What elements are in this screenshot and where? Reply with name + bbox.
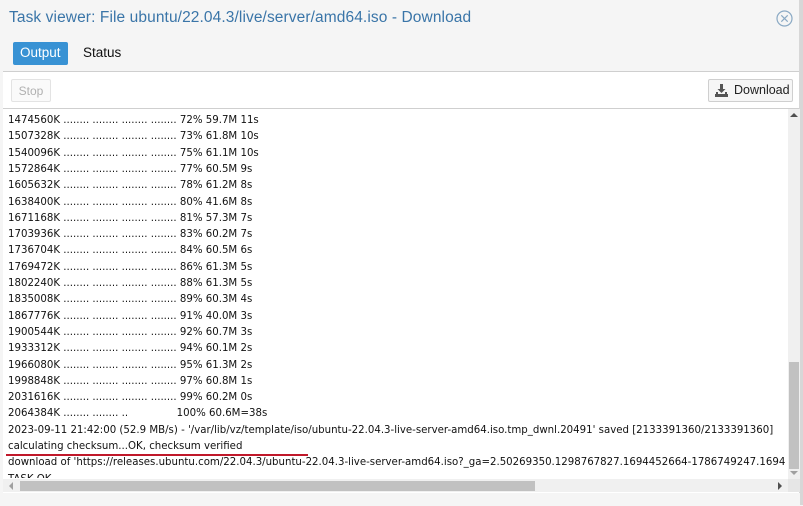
- download-button[interactable]: Download: [708, 79, 793, 102]
- log-line: download of 'https://releases.ubuntu.com…: [8, 457, 785, 469]
- log-line: 1540096K ........ ........ ........ ....…: [8, 147, 259, 159]
- log-line: 1900544K ........ ........ ........ ....…: [8, 326, 253, 338]
- log-line: 1703936K ........ ........ ........ ....…: [8, 229, 253, 241]
- panel-footer: [3, 493, 800, 506]
- horizontal-scrollbar[interactable]: [3, 479, 788, 492]
- log-line: 1572864K ........ ........ ........ ....…: [8, 163, 253, 175]
- log-line: 1769472K ........ ........ ........ ....…: [8, 261, 253, 273]
- highlight-underline: [6, 454, 308, 456]
- window-title: Task viewer: File ubuntu/22.04.3/live/se…: [9, 9, 472, 26]
- log-line: 1605632K ........ ........ ........ ....…: [8, 180, 253, 192]
- tab-output[interactable]: Output: [13, 42, 68, 65]
- stop-button[interactable]: Stop: [11, 79, 51, 102]
- horizontal-scroll-thumb[interactable]: [20, 481, 535, 491]
- log-line: 1507328K ........ ........ ........ ....…: [8, 131, 259, 143]
- log-line: 2031616K ........ ........ ........ ....…: [8, 392, 253, 404]
- tab-status[interactable]: Status: [76, 42, 128, 65]
- toolbar: Stop Download: [3, 72, 799, 109]
- log-line: 1474560K ........ ........ ........ ....…: [8, 115, 259, 126]
- scroll-down-arrow-icon[interactable]: [790, 471, 798, 475]
- log-line: 2064384K ........ ........ .. 100% 60.6M…: [8, 408, 268, 420]
- vertical-scrollbar[interactable]: [788, 109, 800, 479]
- close-button[interactable]: [776, 10, 793, 27]
- log-line: 1736704K ........ ........ ........ ....…: [8, 245, 253, 257]
- scrollbar-corner: [788, 479, 800, 492]
- scroll-left-arrow-icon[interactable]: [9, 482, 13, 490]
- log-line: 1867776K ........ ........ ........ ....…: [8, 310, 253, 322]
- circle-x-icon: [776, 10, 793, 27]
- log-line: 1802240K ........ ........ ........ ....…: [8, 278, 253, 289]
- log-line: 1638400K ........ ........ ........ ....…: [8, 196, 253, 208]
- log-line: TASK OK: [8, 472, 52, 478]
- log-line: 1835008K ........ ........ ........ ....…: [8, 294, 253, 306]
- log-line: 1671168K ........ ........ ........ ....…: [8, 212, 253, 224]
- log-line: 1966080K ........ ........ ........ ....…: [8, 359, 253, 371]
- log-line: calculating checksum...OK, checksum veri…: [8, 441, 243, 452]
- download-button-label: Download: [734, 83, 790, 97]
- vertical-scroll-thumb[interactable]: [789, 362, 799, 469]
- log-line: 1933312K ........ ........ ........ ....…: [8, 343, 253, 355]
- output-panel: Stop Download 1474560K ........ ........…: [3, 71, 800, 506]
- log-line: 1998848K ........ ........ ........ ....…: [8, 375, 253, 387]
- window-titlebar: Task viewer: File ubuntu/22.04.3/live/se…: [0, 0, 799, 38]
- scroll-right-arrow-icon[interactable]: [778, 482, 782, 490]
- log-output[interactable]: 1474560K ........ ........ ........ ....…: [3, 109, 785, 478]
- download-tray-icon: [715, 84, 728, 97]
- log-line: 2023-09-11 21:42:00 (52.9 MB/s) - '/var/…: [8, 424, 774, 436]
- scroll-up-arrow-icon[interactable]: [790, 113, 798, 117]
